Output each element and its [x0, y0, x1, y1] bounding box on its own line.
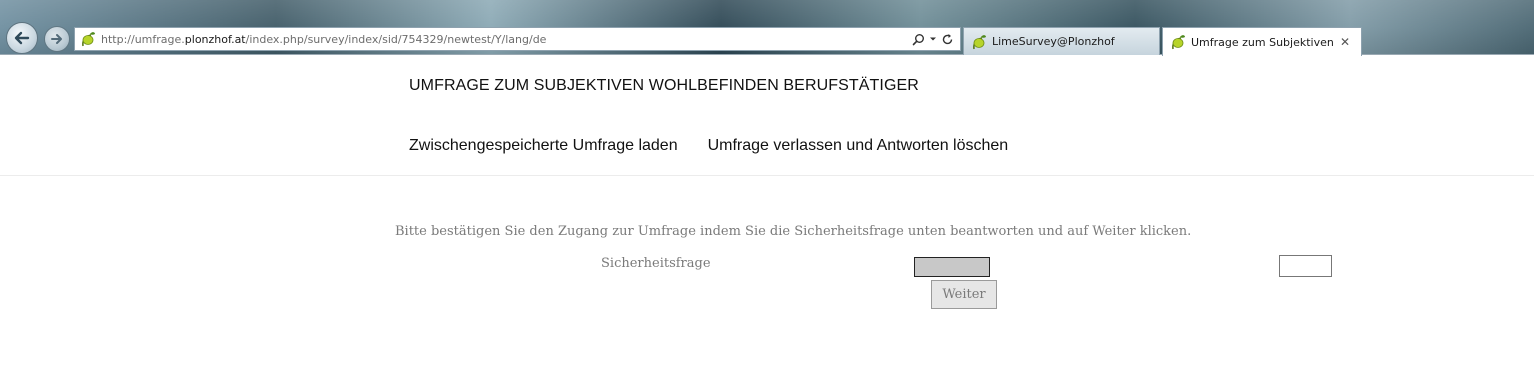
back-button[interactable] — [6, 22, 38, 54]
refresh-icon[interactable] — [941, 33, 954, 46]
tab-limesurvey[interactable]: LimeSurvey@Plonzhof — [963, 27, 1160, 55]
tab-label: Umfrage zum Subjektiven ... — [1191, 35, 1337, 49]
lime-favicon-icon — [82, 32, 95, 47]
exit-survey-link[interactable]: Umfrage verlassen und Antworten löschen — [708, 137, 1009, 155]
close-icon[interactable]: ✕ — [1337, 35, 1353, 49]
weiter-button[interactable]: Weiter — [931, 280, 997, 309]
url-prefix: http://umfrage. — [101, 32, 185, 46]
lime-favicon-icon — [973, 34, 986, 49]
url-text[interactable]: http://umfrage.plonzhof.at/index.php/sur… — [101, 33, 912, 46]
captcha-form: Bitte bestätigen Sie den Zugang zur Umfr… — [0, 177, 1534, 389]
back-arrow-icon — [14, 31, 30, 45]
search-icon[interactable] — [912, 33, 925, 46]
survey-header: UMFRAGE ZUM SUBJEKTIVEN WOHLBEFINDEN BER… — [0, 56, 1534, 176]
tab-label: LimeSurvey@Plonzhof — [992, 35, 1115, 48]
address-bar[interactable]: http://umfrage.plonzhof.at/index.php/sur… — [74, 27, 961, 51]
captcha-input[interactable] — [1279, 255, 1332, 277]
tab-umfrage[interactable]: Umfrage zum Subjektiven ... ✕ — [1162, 27, 1362, 56]
forward-arrow-icon — [51, 34, 62, 44]
survey-nav: Zwischengespeicherte Umfrage laden Umfra… — [409, 137, 1008, 155]
url-host: plonzhof.at — [184, 32, 246, 46]
lime-favicon-icon — [1172, 35, 1185, 50]
browser-chrome: http://umfrage.plonzhof.at/index.php/sur… — [0, 0, 1534, 56]
forward-button[interactable] — [44, 26, 70, 52]
dropdown-icon[interactable] — [929, 35, 937, 43]
captcha-label: Sicherheitsfrage — [601, 256, 711, 271]
load-saved-survey-link[interactable]: Zwischengespeicherte Umfrage laden — [409, 137, 678, 155]
captcha-image — [914, 257, 990, 277]
url-path: /index.php/survey/index/sid/754329/newte… — [245, 32, 547, 46]
instruction-text: Bitte bestätigen Sie den Zugang zur Umfr… — [395, 224, 1192, 239]
survey-title: UMFRAGE ZUM SUBJEKTIVEN WOHLBEFINDEN BER… — [409, 77, 919, 94]
